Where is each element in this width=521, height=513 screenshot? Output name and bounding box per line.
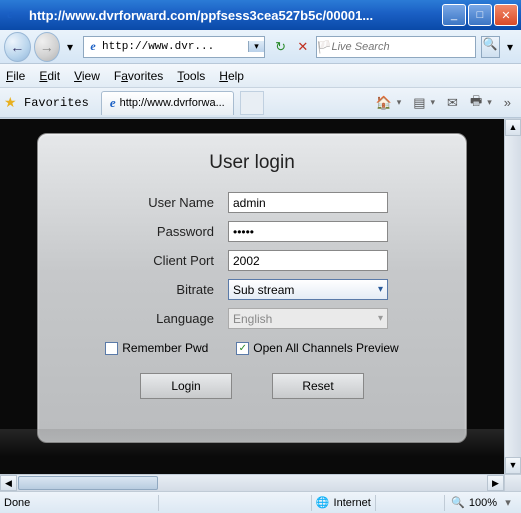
address-input[interactable] bbox=[102, 37, 248, 57]
window-titlebar: e http://www.dvrforward.com/ppfsess3cea5… bbox=[0, 0, 521, 30]
menu-edit[interactable]: Edit bbox=[39, 69, 60, 83]
zoom-icon[interactable]: 🔍 bbox=[449, 496, 467, 509]
page-viewport: User login User Name Password Client Por… bbox=[0, 118, 521, 474]
client-port-input[interactable] bbox=[228, 250, 388, 271]
language-value: English bbox=[233, 312, 272, 326]
search-provider-icon: 🏳️ bbox=[317, 40, 332, 54]
menu-view[interactable]: View bbox=[74, 69, 100, 83]
close-button[interactable]: ✕ bbox=[494, 4, 518, 26]
chevron-down-icon: ▾ bbox=[378, 284, 383, 295]
scroll-right-button[interactable]: ▶ bbox=[487, 475, 504, 491]
open-all-checkbox[interactable]: ✓ bbox=[236, 342, 249, 355]
print-icon[interactable]: 🖶 bbox=[470, 92, 482, 114]
tab-label: http://www.dvrforwa... bbox=[120, 97, 225, 109]
address-bar[interactable]: e ▾ bbox=[83, 36, 265, 58]
forward-button[interactable]: → bbox=[34, 32, 61, 62]
scroll-down-button[interactable]: ▼ bbox=[505, 457, 521, 474]
language-select: English ▾ bbox=[228, 308, 388, 329]
more-tools-icon[interactable]: » bbox=[504, 95, 511, 110]
page-background: User login User Name Password Client Por… bbox=[0, 119, 504, 474]
chevron-down-icon[interactable]: ▾ bbox=[397, 97, 402, 108]
language-label: Language bbox=[38, 311, 228, 326]
recent-dropdown-icon[interactable]: ▾ bbox=[63, 39, 77, 55]
username-label: User Name bbox=[38, 195, 228, 210]
home-icon[interactable]: 🏠 bbox=[376, 95, 392, 111]
window-title: http://www.dvrforward.com/ppfsess3cea527… bbox=[29, 8, 442, 23]
vertical-scrollbar[interactable]: ▲ ▼ bbox=[504, 119, 521, 474]
tab-icon: e bbox=[110, 95, 116, 111]
menu-file[interactable]: FFileile bbox=[6, 69, 25, 83]
favorites-star-icon[interactable]: ★ bbox=[4, 94, 20, 111]
status-bar: Done 🌐 Internet 🔍 100% ▾ bbox=[0, 491, 521, 513]
bitrate-value: Sub stream bbox=[233, 283, 294, 297]
scroll-track[interactable] bbox=[159, 475, 487, 491]
page-icon: e bbox=[84, 39, 102, 54]
browser-tab[interactable]: e http://www.dvrforwa... bbox=[101, 91, 234, 115]
search-box[interactable]: 🏳️ bbox=[316, 36, 476, 58]
search-button[interactable]: 🔍 bbox=[481, 36, 501, 58]
remember-pwd-label: Remember Pwd bbox=[122, 341, 208, 355]
chevron-down-icon[interactable]: ▾ bbox=[431, 97, 436, 108]
panel-reflection bbox=[0, 429, 504, 457]
bitrate-select[interactable]: Sub stream ▾ bbox=[228, 279, 388, 300]
horizontal-scrollbar[interactable]: ◀ ▶ bbox=[0, 474, 521, 491]
search-dropdown-icon[interactable]: ▾ bbox=[503, 39, 517, 55]
password-label: Password bbox=[38, 224, 228, 239]
login-title: User login bbox=[38, 152, 466, 174]
globe-icon: 🌐 bbox=[316, 496, 330, 509]
favorites-button[interactable]: Favorites bbox=[24, 96, 89, 110]
reset-button[interactable]: Reset bbox=[272, 373, 364, 399]
login-panel: User login User Name Password Client Por… bbox=[37, 133, 467, 443]
favorites-bar: ★ Favorites e http://www.dvrforwa... 🏠 ▾ … bbox=[0, 88, 521, 118]
new-tab-button[interactable] bbox=[240, 91, 264, 115]
stop-button[interactable]: ✕ bbox=[293, 36, 312, 58]
chevron-down-icon[interactable]: ▾ bbox=[487, 97, 492, 108]
scroll-left-button[interactable]: ◀ bbox=[0, 475, 17, 491]
bitrate-label: Bitrate bbox=[38, 282, 228, 297]
scroll-thumb[interactable] bbox=[18, 476, 158, 490]
maximize-button[interactable]: □ bbox=[468, 4, 492, 26]
menu-favorites[interactable]: Favorites bbox=[114, 69, 163, 83]
scroll-up-button[interactable]: ▲ bbox=[505, 119, 521, 136]
menu-help[interactable]: Help bbox=[219, 69, 244, 83]
refresh-button[interactable]: ↻ bbox=[271, 36, 290, 58]
zoom-dropdown[interactable]: ▾ bbox=[499, 496, 517, 509]
rss-icon[interactable]: ▤ bbox=[413, 95, 425, 111]
back-button[interactable]: ← bbox=[4, 32, 31, 62]
remember-pwd-checkbox[interactable] bbox=[105, 342, 118, 355]
chevron-down-icon: ▾ bbox=[378, 313, 383, 324]
open-all-label: Open All Channels Preview bbox=[253, 341, 398, 355]
login-button[interactable]: Login bbox=[140, 373, 232, 399]
client-port-label: Client Port bbox=[38, 253, 228, 268]
security-zone-label: Internet bbox=[334, 497, 371, 509]
mail-icon[interactable]: ✉ bbox=[447, 95, 458, 111]
password-input[interactable] bbox=[228, 221, 388, 242]
menu-tools[interactable]: Tools bbox=[177, 69, 205, 83]
command-bar: 🏠 ▾ ▤ ▾ ✉ 🖶 ▾ » bbox=[376, 92, 518, 114]
scroll-corner bbox=[504, 475, 521, 491]
address-dropdown[interactable]: ▾ bbox=[248, 41, 264, 52]
minimize-button[interactable]: _ bbox=[442, 4, 466, 26]
zoom-level: 100% bbox=[469, 497, 497, 509]
status-text: Done bbox=[4, 497, 154, 509]
nav-toolbar: ← → ▾ e ▾ ↻ ✕ 🏳️ 🔍 ▾ bbox=[0, 30, 521, 64]
menu-bar: FFileile Edit View Favorites Tools Help bbox=[0, 64, 521, 88]
username-input[interactable] bbox=[228, 192, 388, 213]
ie-icon: e bbox=[7, 6, 25, 24]
search-input[interactable] bbox=[332, 37, 475, 57]
